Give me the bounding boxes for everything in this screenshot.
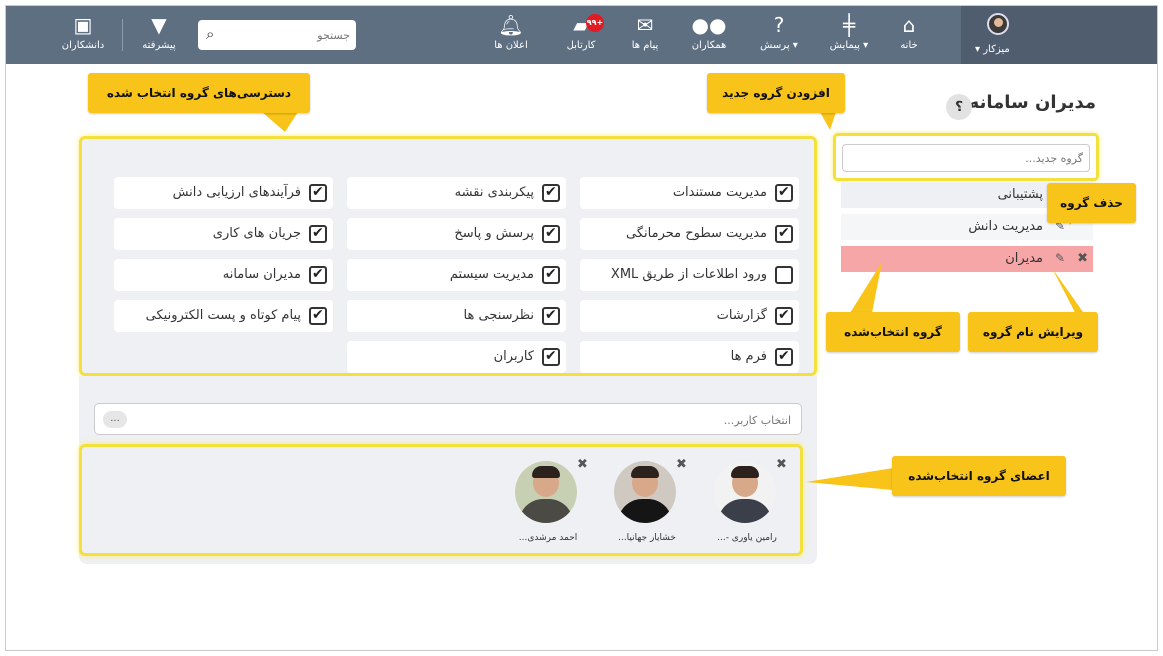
id-card-icon: ▣	[73, 13, 93, 37]
permission-checkbox[interactable]	[775, 184, 793, 202]
member-avatar	[515, 461, 577, 523]
permission-checkbox[interactable]	[775, 307, 793, 325]
permission-item[interactable]: ورود اطلاعات از طریق XML	[580, 259, 799, 291]
chevron-down-icon: ▾	[792, 40, 798, 51]
nav-question[interactable]: ? پرسش ▾	[744, 12, 814, 51]
permission-label: مدیریت مستندات	[672, 185, 767, 200]
cartable-badge: ۹۹+	[586, 14, 604, 32]
new-group-box	[833, 133, 1099, 181]
remove-member-icon[interactable]: ✖	[577, 457, 588, 472]
permission-label: ورود اطلاعات از طریق XML	[610, 267, 767, 282]
nav-separator	[122, 19, 123, 51]
member-card: ✖ رامین یاوری -...	[704, 457, 790, 547]
permission-checkbox[interactable]	[542, 348, 560, 366]
permission-item[interactable]: پیکربندی نقشه	[347, 177, 566, 209]
callout-selected-permissions: دسترسی‌های گروه انتخاب شده	[88, 73, 310, 113]
remove-member-icon[interactable]: ✖	[776, 457, 787, 472]
permission-item[interactable]: فرم ها	[580, 341, 799, 373]
top-navigation-bar: ▣ دانشکاران ▼ پیشرفته ⌕ 🔔︎ اعلان ها ▰ ۹۹…	[6, 6, 1157, 64]
group-item-selected[interactable]: ✖ ✎ مدیران	[841, 246, 1093, 272]
search-box: ⌕	[198, 20, 356, 50]
member-avatar	[614, 461, 676, 523]
callout-delete-group: حذف گروه	[1047, 183, 1136, 223]
permission-checkbox[interactable]	[309, 307, 327, 325]
permission-item[interactable]: فرآیندهای ارزیابی دانش	[114, 177, 333, 209]
remove-member-icon[interactable]: ✖	[676, 457, 687, 472]
permission-item[interactable]: مدیریت مستندات	[580, 177, 799, 209]
edit-group-name-icon[interactable]: ✎	[1055, 251, 1065, 265]
inbox-icon: ▰	[573, 13, 589, 37]
permission-checkbox[interactable]	[542, 266, 560, 284]
nav-advanced-search[interactable]: ▼ پیشرفته	[124, 12, 194, 51]
permission-checkbox[interactable]	[309, 266, 327, 284]
permission-item[interactable]: مدیریت سطوح محرمانگی	[580, 218, 799, 250]
permission-checkbox[interactable]	[542, 225, 560, 243]
more-options-button[interactable]: ...	[103, 411, 127, 428]
permission-item[interactable]: مدیریت سیستم	[347, 259, 566, 291]
member-avatar	[714, 461, 776, 523]
callout-add-group: افزودن گروه جدید	[707, 73, 845, 113]
permissions-panel	[79, 136, 817, 376]
permission-checkbox[interactable]	[775, 225, 793, 243]
permission-checkbox[interactable]	[542, 307, 560, 325]
permission-label: نظرسنجی ها	[463, 308, 534, 323]
users-icon: ●●	[691, 13, 727, 37]
permission-label: فرم ها	[730, 349, 767, 364]
callout-group-members: اعضای گروه انتخاب‌شده	[892, 456, 1066, 496]
nav-cartable[interactable]: ▰ ۹۹+ کارتابل	[546, 12, 616, 51]
permission-item[interactable]: نظرسنجی ها	[347, 300, 566, 332]
permission-checkbox[interactable]	[775, 266, 793, 284]
nav-colleagues[interactable]: ●● همکاران	[674, 12, 744, 51]
group-members-panel: ✖ رامین یاوری -... ✖ خشایار جهانیا... ✖ …	[79, 444, 803, 556]
permission-item[interactable]: کاربران	[347, 341, 566, 373]
member-card: ✖ خشایار جهانیا...	[604, 457, 690, 547]
user-select-input[interactable]	[191, 410, 791, 430]
permission-label: پیام کوتاه و پست الکترونیکی	[145, 308, 301, 323]
permission-label: گزارشات	[716, 308, 767, 323]
permission-item[interactable]: جریان های کاری	[114, 218, 333, 250]
permission-item[interactable]: پرسش و پاسخ	[347, 218, 566, 250]
question-circle-icon: ?	[773, 13, 785, 37]
permission-label: مدیران سامانه	[222, 267, 301, 282]
permission-label: فرآیندهای ارزیابی دانش	[172, 185, 301, 200]
permission-checkbox[interactable]	[542, 184, 560, 202]
user-select[interactable]: ...	[94, 403, 802, 435]
search-input[interactable]	[226, 24, 350, 46]
chevron-down-icon: ▾	[863, 40, 869, 51]
user-menu[interactable]: ▾ میزکار	[961, 6, 1157, 64]
delete-group-icon[interactable]: ✖	[1077, 251, 1088, 266]
envelope-icon: ✉	[636, 13, 654, 37]
callout-edit-group-name: ویرایش نام گروه	[968, 312, 1098, 352]
nav-home[interactable]: ⌂ خانه	[874, 12, 944, 51]
bell-icon: 🔔︎	[498, 13, 524, 37]
help-icon[interactable]: ؟	[946, 94, 972, 120]
nav-academics[interactable]: ▣ دانشکاران	[48, 12, 118, 51]
permission-label: پرسش و پاسخ	[454, 226, 534, 241]
permission-label: جریان های کاری	[212, 226, 301, 241]
member-card: ✖ احمد مرشدی...	[505, 457, 591, 547]
callout-selected-group: گروه انتخاب‌شده	[826, 312, 960, 352]
nav-notifications[interactable]: 🔔︎ اعلان ها	[476, 12, 546, 51]
permission-item[interactable]: گزارشات	[580, 300, 799, 332]
permission-label: کاربران	[493, 349, 534, 364]
permission-checkbox[interactable]	[309, 225, 327, 243]
permission-label: پیکربندی نقشه	[454, 185, 534, 200]
chevron-down-icon: ▾	[975, 44, 981, 55]
filter-icon: ▼	[151, 13, 167, 37]
permission-checkbox[interactable]	[775, 348, 793, 366]
home-icon: ⌂	[902, 13, 916, 37]
search-icon[interactable]: ⌕	[206, 25, 214, 43]
avatar	[987, 13, 1009, 35]
new-group-input[interactable]	[842, 144, 1090, 172]
permission-label: مدیریت سیستم	[449, 267, 534, 282]
permission-item[interactable]: پیام کوتاه و پست الکترونیکی	[114, 300, 333, 332]
nav-messages[interactable]: ✉ پیام ها	[610, 12, 680, 51]
permission-item[interactable]: مدیران سامانه	[114, 259, 333, 291]
permission-label: مدیریت سطوح محرمانگی	[626, 226, 767, 241]
permission-checkbox[interactable]	[309, 184, 327, 202]
